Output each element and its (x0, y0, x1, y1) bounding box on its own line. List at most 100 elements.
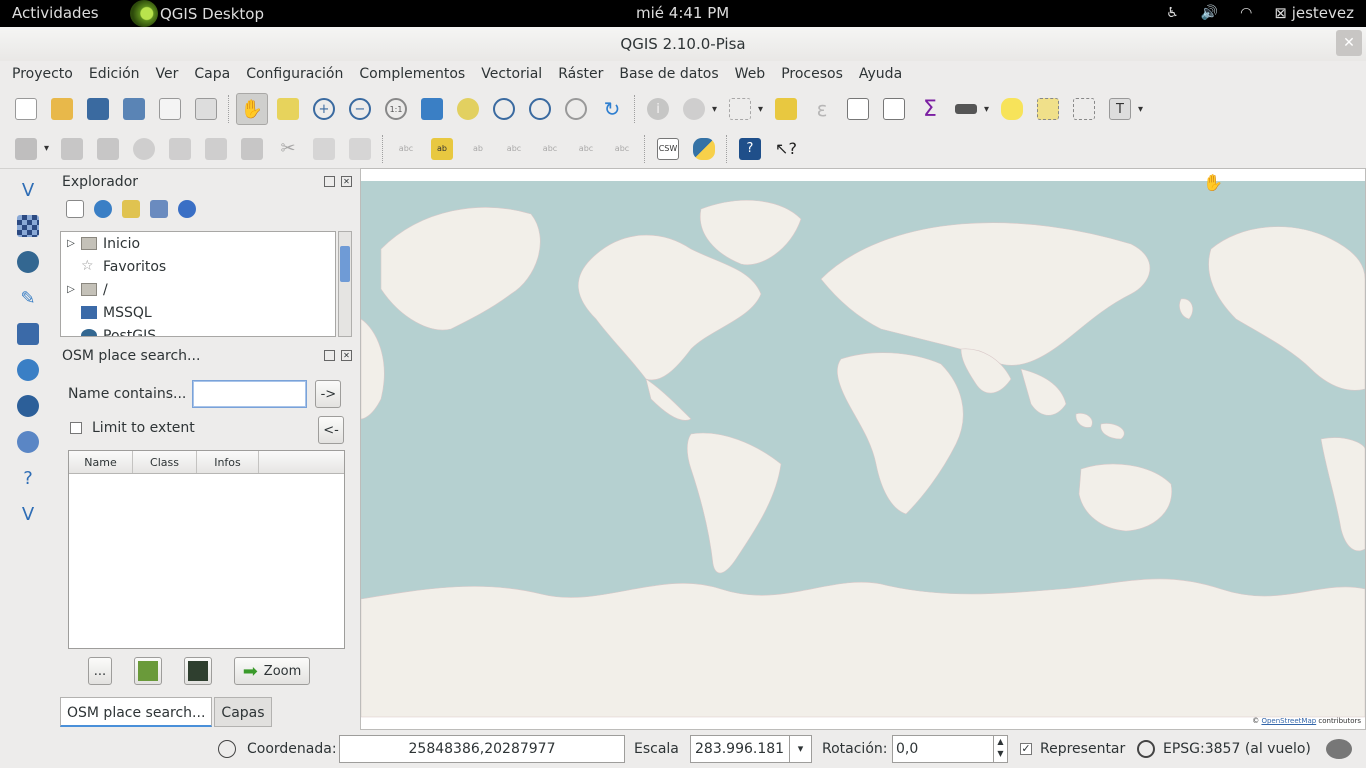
menu-capa[interactable]: Capa (186, 61, 238, 89)
add-vector-layer-button[interactable]: V (12, 174, 44, 206)
zoom-button[interactable]: ➡ Zoom (234, 657, 310, 685)
more-options-button[interactable]: ... (88, 657, 112, 685)
search-go-button[interactable]: -> (315, 380, 342, 408)
add-point-button[interactable] (134, 657, 162, 685)
chevron-down-icon[interactable]: ▾ (789, 736, 811, 762)
add-wms-layer-button[interactable] (12, 354, 44, 386)
render-checkbox[interactable]: ✓ (1020, 743, 1032, 755)
map-tips-button[interactable] (996, 93, 1028, 125)
save-as-button[interactable] (118, 93, 150, 125)
map-canvas[interactable]: © OpenStreetMap contributors ✋ (360, 168, 1366, 730)
add-wcs-layer-button[interactable] (12, 390, 44, 422)
coordinate-field[interactable]: 25848386,20287977 (339, 735, 625, 763)
zoom-in-button[interactable]: + (308, 93, 340, 125)
select-features-button[interactable] (724, 93, 756, 125)
user-menu[interactable]: ⊠ jestevez (1274, 4, 1354, 22)
tree-item-inicio[interactable]: ▷ Inicio (61, 232, 335, 255)
new-project-button[interactable] (10, 93, 42, 125)
select-by-expression-button[interactable]: ε (806, 93, 838, 125)
float-panel-button[interactable] (324, 176, 335, 187)
identify-button[interactable]: i (642, 93, 674, 125)
limit-extent-checkbox[interactable]: Limit to extent (70, 420, 195, 436)
menu-raster[interactable]: Ráster (550, 61, 611, 89)
pan-map-button[interactable]: ✋ (236, 93, 268, 125)
text-annotation-button[interactable]: T (1104, 93, 1136, 125)
show-hide-labels-button[interactable]: abc (498, 133, 530, 165)
new-print-composer-button[interactable] (154, 93, 186, 125)
column-header-infos[interactable]: Infos (197, 451, 259, 473)
tree-item-mssql[interactable]: MSSQL (61, 301, 335, 324)
close-panel-button[interactable]: ✕ (341, 350, 352, 361)
tree-item-root[interactable]: ▷ / (61, 278, 335, 301)
cut-features-button[interactable]: ✂ (272, 133, 304, 165)
pan-to-selection-button[interactable] (272, 93, 304, 125)
paste-features-button[interactable] (344, 133, 376, 165)
add-spatialite-layer-button[interactable]: ✎ (12, 282, 44, 314)
composer-manager-button[interactable] (190, 93, 222, 125)
results-table[interactable]: Name Class Infos (68, 450, 345, 649)
tree-scrollbar[interactable] (338, 231, 352, 337)
filter-icon[interactable] (122, 200, 140, 218)
menu-ayuda[interactable]: Ayuda (851, 61, 910, 89)
rotation-spinbox[interactable]: 0,0 ▲ ▼ (892, 735, 1008, 763)
column-header-name[interactable]: Name (69, 451, 133, 473)
highlight-pinned-labels-button[interactable]: ab (426, 133, 458, 165)
open-project-button[interactable] (46, 93, 78, 125)
expand-arrow-icon[interactable]: ▷ (61, 238, 81, 249)
add-delimited-text-button[interactable]: CSW (652, 133, 684, 165)
menu-edicion[interactable]: Edición (81, 61, 148, 89)
run-feature-action-button[interactable] (678, 93, 710, 125)
measure-button[interactable] (950, 93, 982, 125)
node-tool-button[interactable] (200, 133, 232, 165)
refresh-icon[interactable] (94, 200, 112, 218)
chevron-down-icon[interactable]: ▾ (758, 104, 768, 115)
help-contents-button[interactable]: ? (734, 133, 766, 165)
menu-configuracion[interactable]: Configuración (238, 61, 351, 89)
messages-bubble-icon[interactable] (1326, 739, 1352, 759)
field-calculator-button[interactable]: Σ (914, 93, 946, 125)
whats-this-button[interactable]: ↖? (770, 133, 802, 165)
pin-labels-button[interactable]: ab (462, 133, 494, 165)
save-project-button[interactable] (82, 93, 114, 125)
refresh-button[interactable]: ↻ (596, 93, 628, 125)
add-mssql-layer-button[interactable] (12, 318, 44, 350)
zoom-out-button[interactable]: − (344, 93, 376, 125)
layer-labeling-button[interactable]: abc (390, 133, 422, 165)
zoom-to-selection-button[interactable] (452, 93, 484, 125)
scale-combobox[interactable]: 283.996.181 ▾ (690, 735, 812, 763)
browser-tree[interactable]: ▷ Inicio ☆ Favoritos ▷ / MSSQL PostGIS (60, 231, 336, 337)
rotate-label-button[interactable]: abc (570, 133, 602, 165)
add-delimited-layer-button[interactable]: ? (12, 462, 44, 494)
add-wfs-layer-button[interactable] (12, 426, 44, 458)
column-header-class[interactable]: Class (133, 451, 197, 473)
coordinate-toggle-icon[interactable] (218, 740, 236, 758)
chevron-down-icon[interactable]: ▾ (984, 104, 994, 115)
float-panel-button[interactable] (324, 350, 335, 361)
zoom-to-layer-button[interactable] (488, 93, 520, 125)
close-panel-button[interactable]: ✕ (341, 176, 352, 187)
menu-ver[interactable]: Ver (148, 61, 187, 89)
zoom-next-button[interactable] (560, 93, 592, 125)
back-button[interactable]: <- (318, 416, 344, 444)
add-shape-button[interactable] (184, 657, 212, 685)
menu-vectorial[interactable]: Vectorial (473, 61, 550, 89)
tree-item-favoritos[interactable]: ☆ Favoritos (61, 255, 335, 278)
name-search-input[interactable] (192, 380, 308, 408)
add-postgis-layer-button[interactable] (12, 246, 44, 278)
spin-arrows-icon[interactable]: ▲ ▼ (993, 736, 1007, 762)
move-label-button[interactable]: abc (534, 133, 566, 165)
crs-globe-icon[interactable] (1137, 740, 1155, 758)
osm-attribution-link[interactable]: OpenStreetMap (1261, 717, 1316, 725)
accessibility-icon[interactable]: ♿ (1166, 5, 1179, 21)
move-feature-button[interactable] (164, 133, 196, 165)
zoom-last-button[interactable] (524, 93, 556, 125)
volume-icon[interactable]: 🔊 (1201, 5, 1218, 21)
menu-proyecto[interactable]: Proyecto (4, 61, 81, 89)
info-icon[interactable] (178, 200, 196, 218)
add-raster-layer-button[interactable] (12, 210, 44, 242)
expand-arrow-icon[interactable]: ▷ (61, 284, 81, 295)
change-label-button[interactable]: abc (606, 133, 638, 165)
chevron-down-icon[interactable]: ▾ (44, 143, 54, 154)
save-edits-button[interactable] (92, 133, 124, 165)
chevron-down-icon[interactable]: ▾ (712, 104, 722, 115)
